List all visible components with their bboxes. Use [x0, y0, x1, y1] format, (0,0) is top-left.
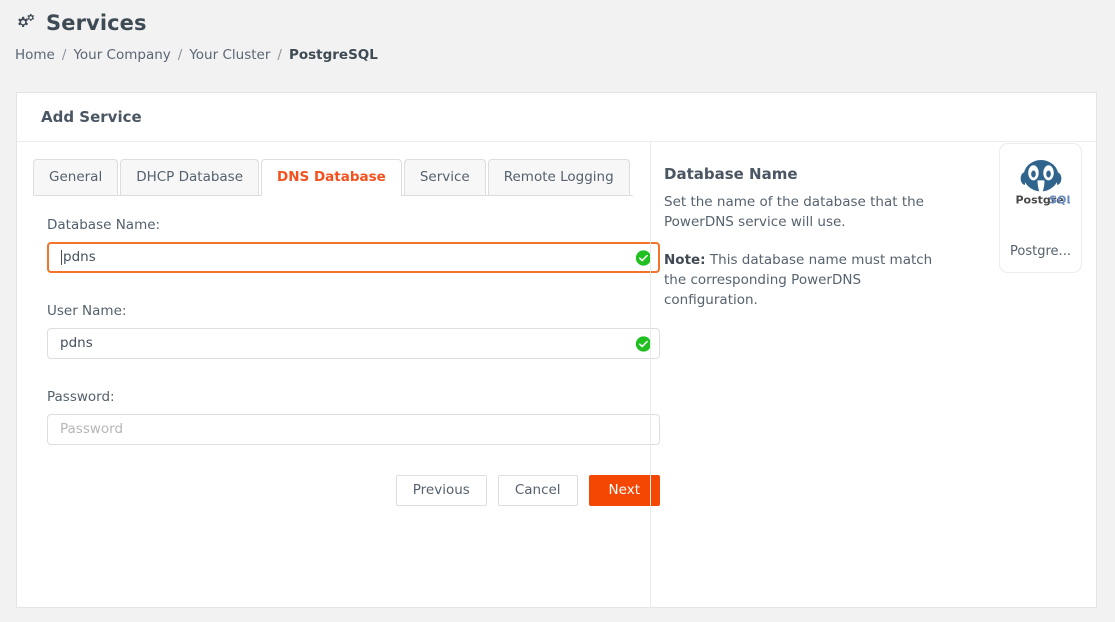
database-name-input[interactable]: pdns: [47, 242, 660, 273]
password-label: Password:: [47, 389, 115, 405]
user-name-input[interactable]: pdns: [47, 328, 660, 359]
card-header: Add Service: [17, 93, 1096, 142]
tab-remote-logging[interactable]: Remote Logging: [487, 159, 630, 195]
tab-bar: General DHCP Database DNS Database Servi…: [33, 159, 633, 196]
user-name-value: pdns: [60, 335, 93, 351]
help-note-label: Note:: [664, 252, 706, 268]
database-name-field-wrap: pdns: [47, 242, 660, 273]
password-input[interactable]: Password: [47, 414, 660, 445]
postgres-wordmark-blue: SQL: [1049, 194, 1070, 207]
tab-dhcp-database[interactable]: DHCP Database: [120, 159, 260, 195]
breadcrumb-item-your-company[interactable]: Your Company: [73, 47, 170, 63]
dns-database-form: Database Name: pdns User Name: pdns Pass…: [33, 196, 660, 506]
user-name-field-wrap: pdns: [47, 328, 660, 359]
help-panel: Database Name Set the name of the databa…: [664, 164, 954, 608]
cancel-button[interactable]: Cancel: [497, 475, 578, 506]
breadcrumb-item-your-cluster[interactable]: Your Cluster: [189, 47, 270, 63]
help-title: Database Name: [664, 165, 798, 183]
service-logo-caption: Postgre...: [1010, 244, 1071, 259]
breadcrumb: Home / Your Company / Your Cluster / Pos…: [0, 40, 1115, 70]
breadcrumb-separator: /: [61, 47, 67, 63]
breadcrumb-separator: /: [177, 47, 183, 63]
help-note: Note: This database name must match the …: [664, 250, 954, 310]
previous-button[interactable]: Previous: [395, 475, 487, 506]
breadcrumb-item-postgresql: PostgreSQL: [288, 47, 378, 63]
add-service-card: Add Service General DHCP Database DNS Da…: [16, 92, 1097, 608]
breadcrumb-item-home[interactable]: Home: [15, 47, 55, 63]
database-name-label: Database Name:: [47, 217, 161, 233]
password-field-wrap: Password: [47, 414, 660, 445]
breadcrumb-separator: /: [277, 47, 282, 63]
form-column: General DHCP Database DNS Database Servi…: [17, 142, 660, 608]
page-header: Services: [0, 0, 1115, 40]
postgresql-logo-icon: Postgre SQL: [1012, 156, 1073, 214]
service-logo-card[interactable]: Postgre SQL Postgre...: [999, 143, 1082, 273]
tab-dns-database[interactable]: DNS Database: [261, 159, 402, 196]
text-caret: [61, 250, 62, 265]
card-title: Add Service: [41, 108, 142, 126]
page-title: Services: [46, 11, 147, 35]
database-name-value: pdns: [63, 249, 96, 265]
tab-general[interactable]: General: [33, 159, 119, 195]
wizard-button-row: Previous Cancel Next: [47, 475, 660, 506]
help-paragraph: Set the name of the database that the Po…: [664, 194, 924, 230]
card-body: General DHCP Database DNS Database Servi…: [17, 142, 1096, 608]
help-column: Database Name Set the name of the databa…: [650, 142, 1096, 608]
gears-icon: [15, 12, 37, 34]
tab-service[interactable]: Service: [403, 159, 486, 195]
user-name-label: User Name:: [47, 303, 127, 319]
